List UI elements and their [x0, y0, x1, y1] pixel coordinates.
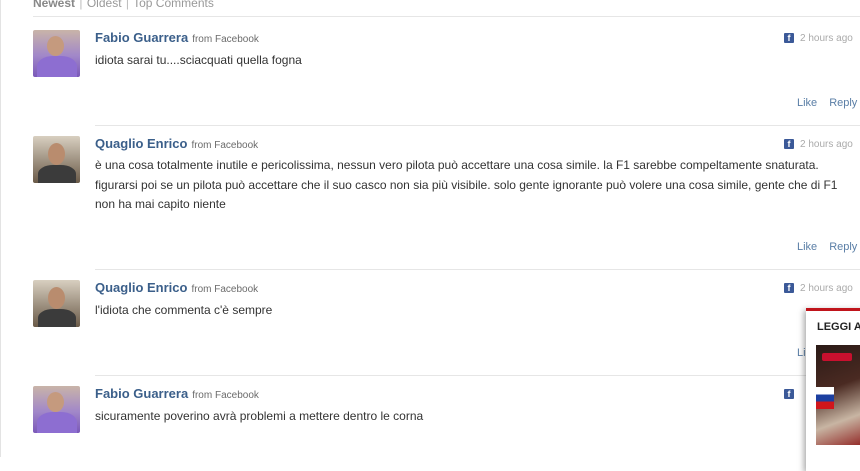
sort-newest-link[interactable]: Newest [33, 0, 75, 10]
divider [95, 375, 860, 376]
author-name-link[interactable]: Fabio Guarrera [95, 30, 188, 45]
comment-source: from Facebook [191, 140, 259, 151]
divider [95, 269, 860, 270]
comment-author: Quaglio Enrico from Facebook [95, 280, 258, 295]
divider [33, 16, 860, 17]
avatar[interactable] [33, 30, 80, 77]
comment-meta: f 2 hours ago [784, 283, 853, 294]
comment-author: Quaglio Enrico from Facebook [95, 136, 258, 151]
comment-meta: f 2 hours ago [784, 33, 853, 44]
facebook-icon: f [784, 283, 794, 294]
comment-source: from Facebook [191, 284, 259, 295]
popup-title: LEGGI A [817, 321, 860, 333]
comment-timestamp[interactable]: 2 hours ago [800, 283, 853, 294]
divider [95, 125, 860, 126]
comment-sort-bar: Newest | Oldest | Top Comments [33, 0, 214, 10]
comment-author: Fabio Guarrera from Facebook [95, 30, 259, 45]
comment-text: sicuramente poverino avrà problemi a met… [95, 409, 424, 423]
facebook-icon: f [784, 389, 794, 400]
avatar[interactable] [33, 386, 80, 433]
comment-actions: Like Reply [797, 97, 860, 109]
sort-oldest-link[interactable]: Oldest [87, 0, 122, 10]
comment-timestamp[interactable]: 2 hours ago [800, 33, 853, 44]
like-link[interactable]: Li [797, 347, 806, 359]
sort-separator: | [79, 0, 83, 10]
comment-text: è una cosa totalmente inutile e pericoli… [95, 158, 838, 211]
comment-timestamp[interactable]: 2 hours ago [800, 139, 853, 150]
comment-text: idiota sarai tu....sciacquati quella fog… [95, 53, 302, 67]
facebook-icon: f [784, 33, 794, 44]
page-left-border [0, 0, 1, 457]
sort-separator: | [125, 0, 129, 10]
related-articles-popup[interactable]: LEGGI A [806, 308, 860, 471]
facebook-icon: f [784, 139, 794, 150]
comment-actions: Like Reply [797, 241, 860, 253]
avatar[interactable] [33, 280, 80, 327]
comment-source: from Facebook [192, 34, 259, 45]
comment-text: l'idiota che commenta c'è sempre [95, 303, 273, 317]
like-link[interactable]: Like [797, 97, 817, 109]
comment-source: from Facebook [192, 390, 259, 401]
reply-link[interactable]: Reply [829, 97, 857, 109]
article-thumbnail[interactable] [816, 345, 860, 445]
sort-top-comments-link[interactable]: Top Comments [133, 0, 214, 10]
avatar[interactable] [33, 136, 80, 183]
reply-link[interactable]: Reply [829, 241, 857, 253]
author-name-link[interactable]: Fabio Guarrera [95, 386, 188, 401]
comment-meta: f 2 hours ago [784, 139, 853, 150]
author-name-link[interactable]: Quaglio Enrico [95, 136, 187, 151]
like-link[interactable]: Like [797, 241, 817, 253]
comment-meta: f [784, 389, 800, 400]
author-name-link[interactable]: Quaglio Enrico [95, 280, 187, 295]
comment-author: Fabio Guarrera from Facebook [95, 386, 259, 401]
